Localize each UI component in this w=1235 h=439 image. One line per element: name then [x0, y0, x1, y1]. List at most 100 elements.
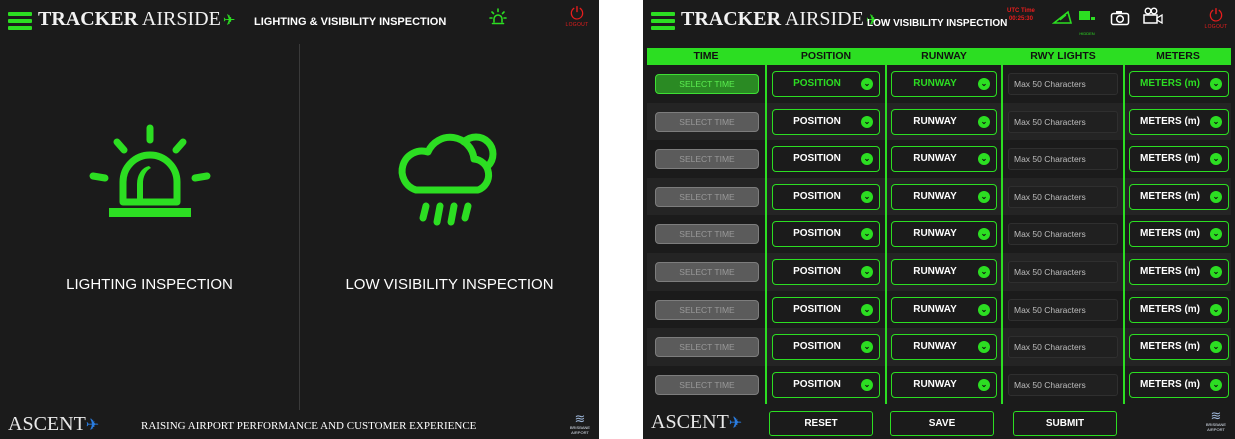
power-icon: ⏻	[1209, 6, 1223, 25]
rwy-lights-input[interactable]: Max 50 Characters	[1008, 261, 1118, 283]
runway-icon[interactable]	[1051, 10, 1073, 27]
save-button[interactable]: SAVE	[890, 411, 994, 436]
meters-dropdown[interactable]: METERS (m) ⌄	[1129, 221, 1229, 248]
chevron-down-icon: ⌄	[1210, 303, 1222, 316]
meters-dropdown-value: METERS (m)	[1140, 341, 1200, 353]
menu-icon[interactable]	[651, 12, 675, 30]
meters-dropdown[interactable]: METERS (m) ⌄	[1129, 334, 1229, 361]
logout-button[interactable]: ⏻ LOGOUT	[1203, 7, 1229, 30]
runway-dropdown-value: RUNWAY	[913, 228, 957, 240]
select-time-button[interactable]: SELECT TIME	[655, 149, 759, 170]
airport-wings-icon: ≋	[574, 411, 586, 426]
select-time-button[interactable]: SELECT TIME	[655, 224, 759, 245]
utc-clock: UTC Time 00:25:30	[1007, 8, 1035, 22]
chevron-down-icon: ⌄	[861, 378, 873, 391]
runway-dropdown[interactable]: RUNWAY ⌄	[891, 146, 997, 173]
meters-dropdown-value: METERS (m)	[1140, 303, 1200, 315]
chevron-down-icon: ⌄	[861, 303, 873, 316]
column-divider	[1001, 65, 1003, 404]
position-dropdown-value: POSITION	[793, 190, 841, 202]
beacon-light-icon[interactable]	[489, 8, 507, 28]
position-dropdown-value: POSITION	[793, 378, 841, 390]
position-dropdown[interactable]: POSITION ⌄	[772, 108, 880, 135]
select-time-button[interactable]: SELECT TIME	[655, 262, 759, 282]
runway-dropdown-value: RUNWAY	[913, 341, 957, 353]
rwy-lights-input[interactable]: Max 50 Characters	[1008, 298, 1118, 321]
menu-icon[interactable]	[8, 12, 32, 30]
footer: ASCENT✈ RESET SAVE SUBMIT ≋ BRISBANE AIR…	[643, 404, 1235, 439]
chevron-down-icon: ⌄	[978, 78, 990, 90]
rwy-lights-input[interactable]: Max 50 Characters	[1008, 148, 1118, 171]
chevron-down-icon: ⌄	[861, 190, 873, 203]
chevron-down-icon: ⌄	[1210, 378, 1222, 391]
meters-dropdown[interactable]: METERS (m) ⌄	[1129, 146, 1229, 173]
rwy-lights-input[interactable]: Max 50 Characters	[1008, 185, 1118, 208]
table-row: SELECT TIME POSITION ⌄ RUNWAY ⌄ Max 50 Charac…	[647, 177, 1231, 216]
rwy-lights-input[interactable]: Max 50 Characters	[1008, 110, 1118, 133]
meters-dropdown[interactable]: METERS (m) ⌄	[1129, 259, 1229, 285]
table-row: SELECT TIME POSITION ⌄ RUNWAY ⌄ Max 50 Charac…	[647, 328, 1231, 366]
position-dropdown[interactable]: POSITION ⌄	[772, 334, 880, 361]
select-time-button[interactable]: SELECT TIME	[655, 111, 759, 132]
position-dropdown-value: POSITION	[793, 303, 841, 315]
position-dropdown[interactable]: POSITION ⌄	[772, 146, 880, 173]
position-dropdown[interactable]: POSITION ⌄	[772, 221, 880, 248]
position-dropdown[interactable]: POSITION ⌄	[772, 371, 880, 398]
rwy-lights-input[interactable]: Max 50 Characters	[1008, 223, 1118, 246]
column-divider	[885, 65, 887, 404]
meters-dropdown[interactable]: METERS (m) ⌄	[1129, 108, 1229, 135]
position-dropdown-value: POSITION	[793, 153, 841, 165]
meters-dropdown[interactable]: METERS (m) ⌄	[1129, 71, 1229, 97]
reset-button[interactable]: RESET	[769, 411, 873, 436]
position-dropdown[interactable]: POSITION ⌄	[772, 71, 880, 97]
rwy-lights-input[interactable]: Max 50 Characters	[1008, 336, 1118, 359]
submit-button[interactable]: SUBMIT	[1013, 411, 1117, 436]
position-dropdown[interactable]: POSITION ⌄	[772, 259, 880, 285]
runway-dropdown[interactable]: RUNWAY ⌄	[891, 334, 997, 361]
chevron-down-icon: ⌄	[978, 303, 990, 316]
position-dropdown[interactable]: POSITION ⌄	[772, 296, 880, 323]
runway-dropdown[interactable]: RUNWAY ⌄	[891, 259, 997, 285]
video-camera-icon[interactable]	[1142, 7, 1164, 28]
low-visibility-inspection-panel[interactable]: LOW VISIBILITY INSPECTION	[300, 44, 599, 410]
ascent-logo: ASCENT✈	[651, 411, 743, 433]
column-header-time: TIME	[693, 50, 719, 62]
select-time-button[interactable]: SELECT TIME	[655, 74, 759, 94]
rwy-lights-input[interactable]: Max 50 Characters	[1008, 373, 1118, 396]
select-time-button[interactable]: SELECT TIME	[655, 337, 759, 358]
hidden-mode-button[interactable]: HIDDEN	[1078, 10, 1096, 41]
chevron-down-icon: ⌄	[978, 153, 990, 166]
chevron-down-icon: ⌄	[978, 378, 990, 391]
runway-dropdown[interactable]: RUNWAY ⌄	[891, 183, 997, 210]
rwy-lights-input[interactable]: Max 50 Characters	[1008, 73, 1118, 95]
column-header-position: POSITION	[800, 50, 852, 62]
meters-dropdown-value: METERS (m)	[1140, 190, 1200, 202]
runway-dropdown[interactable]: RUNWAY ⌄	[891, 71, 997, 97]
meters-dropdown-value: METERS (m)	[1140, 153, 1200, 165]
select-time-button[interactable]: SELECT TIME	[655, 186, 759, 207]
chevron-down-icon: ⌄	[1210, 78, 1222, 90]
meters-dropdown-value: METERS (m)	[1140, 228, 1200, 240]
runway-dropdown[interactable]: RUNWAY ⌄	[891, 371, 997, 398]
position-dropdown[interactable]: POSITION ⌄	[772, 183, 880, 210]
camera-icon[interactable]	[1110, 10, 1130, 29]
position-dropdown-value: POSITION	[793, 78, 841, 89]
position-dropdown-value: POSITION	[793, 266, 841, 277]
table-row: SELECT TIME POSITION ⌄ RUNWAY ⌄ Max 50 Charac…	[647, 140, 1231, 178]
lighting-inspection-panel[interactable]: LIGHTING INSPECTION	[0, 44, 299, 410]
logout-button[interactable]: ⏻ LOGOUT	[564, 5, 590, 28]
meters-dropdown-value: METERS (m)	[1140, 115, 1200, 127]
runway-dropdown[interactable]: RUNWAY ⌄	[891, 296, 997, 323]
select-time-button[interactable]: SELECT TIME	[655, 299, 759, 320]
top-bar: TRACKER AIRSIDE ✈ LOW VISIBILITY INSPECTI…	[643, 0, 1235, 44]
meters-dropdown[interactable]: METERS (m) ⌄	[1129, 183, 1229, 210]
runway-dropdown[interactable]: RUNWAY ⌄	[891, 221, 997, 248]
meters-dropdown[interactable]: METERS (m) ⌄	[1129, 296, 1229, 323]
select-time-button[interactable]: SELECT TIME	[655, 374, 759, 395]
power-icon: ⏻	[570, 4, 584, 23]
runway-dropdown[interactable]: RUNWAY ⌄	[891, 108, 997, 135]
ascent-logo: ASCENT✈	[8, 413, 100, 435]
meters-dropdown[interactable]: METERS (m) ⌄	[1129, 371, 1229, 398]
tagline: RAISING AIRPORT PERFORMANCE AND CUSTOMER…	[141, 420, 477, 432]
brisbane-airport-logo: ≋ BRISBANE AIRPORT	[567, 412, 593, 437]
